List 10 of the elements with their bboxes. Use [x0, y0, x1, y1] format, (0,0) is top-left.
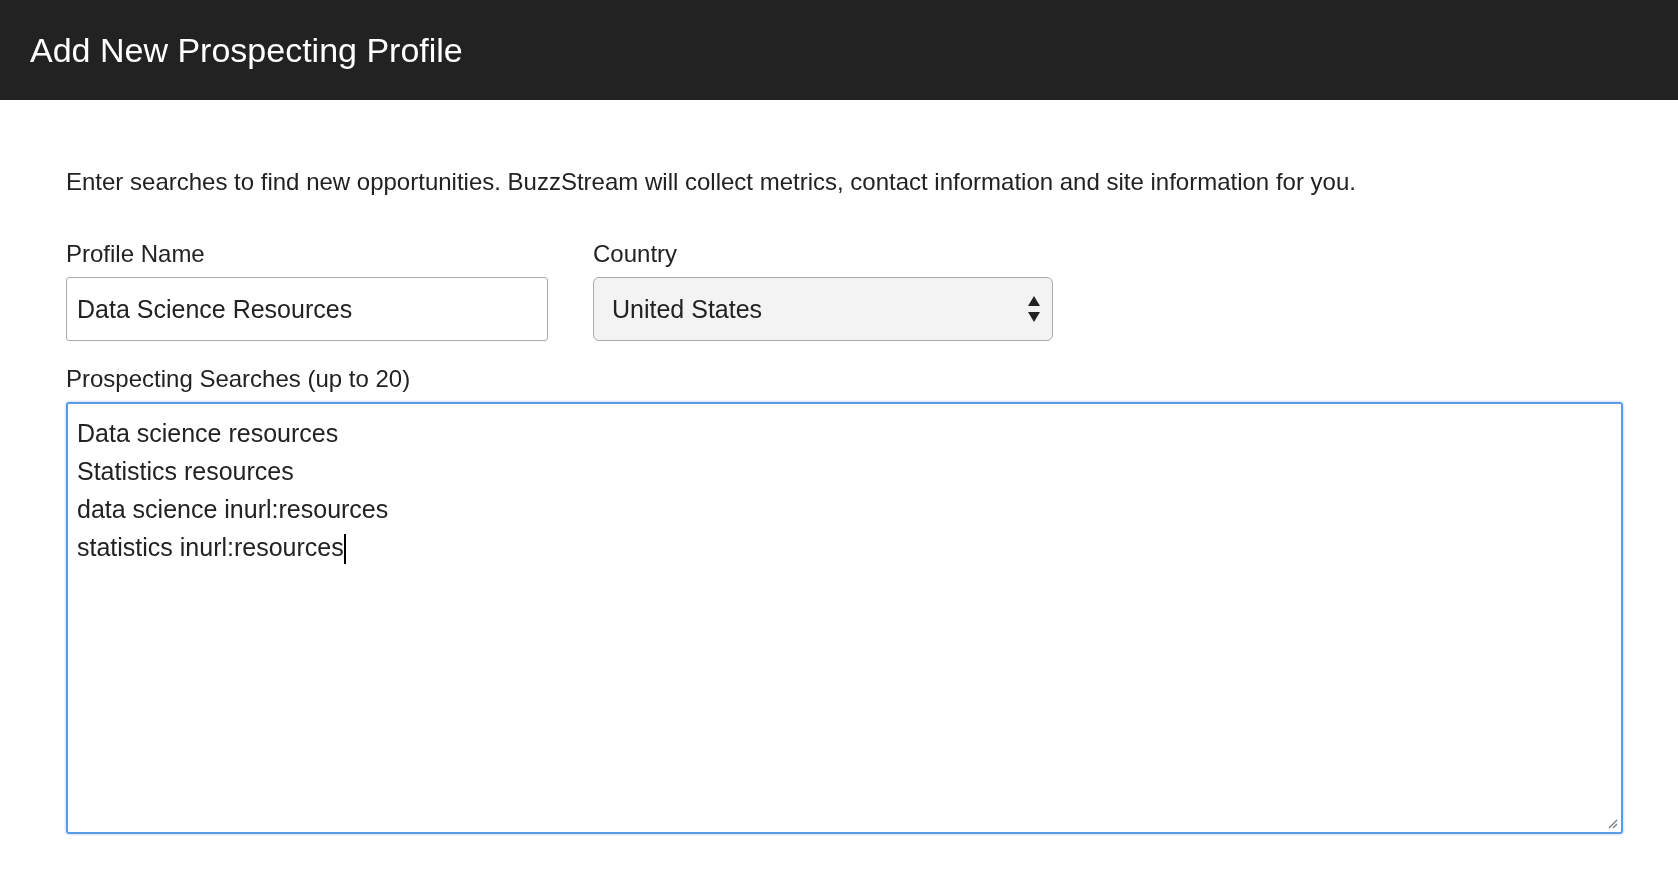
dialog-title: Add New Prospecting Profile [30, 30, 463, 70]
field-label: Profile Name [66, 240, 206, 268]
country-select[interactable]: United States [593, 277, 1053, 341]
resize-grip-icon[interactable] [1606, 817, 1618, 829]
field-label: Prospecting Searches (up to 20) [66, 365, 412, 393]
field-label: Country [593, 240, 679, 268]
searches-field[interactable]: Data science resources Statistics resources data science inurl:resources statistics inurl:resources [66, 402, 1623, 834]
profile-name-field[interactable]: Data Science Resources [66, 277, 548, 341]
sort-arrows-icon [1028, 296, 1040, 322]
intro-text: Enter searches to find new opportunities. BuzzStream will collect metrics, contact information and site information for you. [66, 168, 1357, 196]
